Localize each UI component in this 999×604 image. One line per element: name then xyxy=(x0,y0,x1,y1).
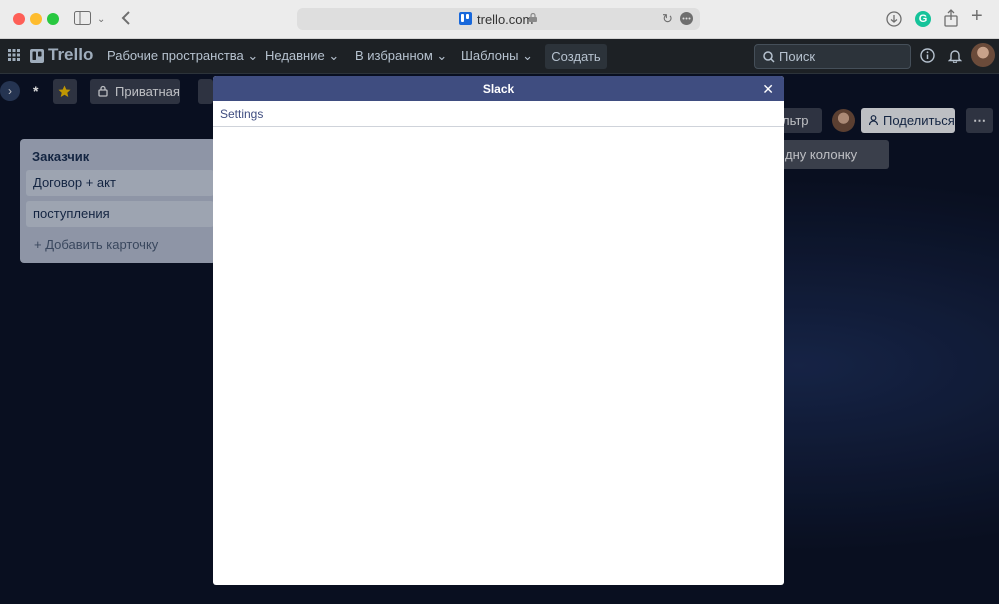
chevron-down-icon[interactable]: ⌄ xyxy=(97,12,105,28)
dialog-divider xyxy=(213,126,784,127)
create-button[interactable]: Создать xyxy=(545,44,607,69)
dialog-title: Slack xyxy=(482,82,515,96)
reload-icon[interactable]: ↻ xyxy=(662,11,673,27)
search-placeholder: Поиск xyxy=(779,49,816,64)
close-icon[interactable]: ✕ xyxy=(762,81,774,98)
minimize-window-button[interactable] xyxy=(30,13,42,25)
search-icon xyxy=(763,51,775,63)
address-url: trello.com xyxy=(477,12,534,27)
lock-icon xyxy=(529,13,537,22)
dialog-header: Slack ✕ xyxy=(213,76,784,101)
trello-header: Trello Рабочие пространства ⌄ Недавние ⌄… xyxy=(0,39,999,74)
browser-toolbar: ⌄ trello.com ↻ G + xyxy=(0,0,999,39)
more-options-icon[interactable] xyxy=(680,12,693,29)
nav-recent[interactable]: Недавние ⌄ xyxy=(265,48,339,64)
close-window-button[interactable] xyxy=(13,13,25,25)
grammarly-extension-icon[interactable]: G xyxy=(915,11,931,27)
nav-starred[interactable]: В избранном ⌄ xyxy=(355,48,447,64)
slack-power-up-dialog: Slack ✕ Settings xyxy=(213,76,784,585)
site-favicon-icon xyxy=(459,12,472,25)
downloads-icon[interactable] xyxy=(886,11,902,31)
info-icon[interactable] xyxy=(920,48,935,67)
nav-templates[interactable]: Шаблоны ⌄ xyxy=(461,48,533,64)
search-input[interactable]: Поиск xyxy=(754,44,911,69)
back-icon[interactable] xyxy=(121,10,131,30)
user-avatar[interactable] xyxy=(971,43,995,67)
new-tab-icon[interactable]: + xyxy=(971,6,983,26)
app-switcher-icon[interactable] xyxy=(8,49,20,65)
address-bar[interactable]: trello.com ↻ xyxy=(297,8,700,30)
nav-workspaces[interactable]: Рабочие пространства ⌄ xyxy=(107,48,258,64)
zoom-window-button[interactable] xyxy=(47,13,59,25)
trello-brand[interactable]: Trello xyxy=(48,45,93,65)
share-icon[interactable] xyxy=(944,9,958,31)
settings-tab[interactable]: Settings xyxy=(220,107,263,121)
notifications-bell-icon[interactable] xyxy=(947,48,963,67)
trello-logo-icon[interactable] xyxy=(30,49,44,68)
sidebar-toggle-icon[interactable] xyxy=(74,11,91,29)
